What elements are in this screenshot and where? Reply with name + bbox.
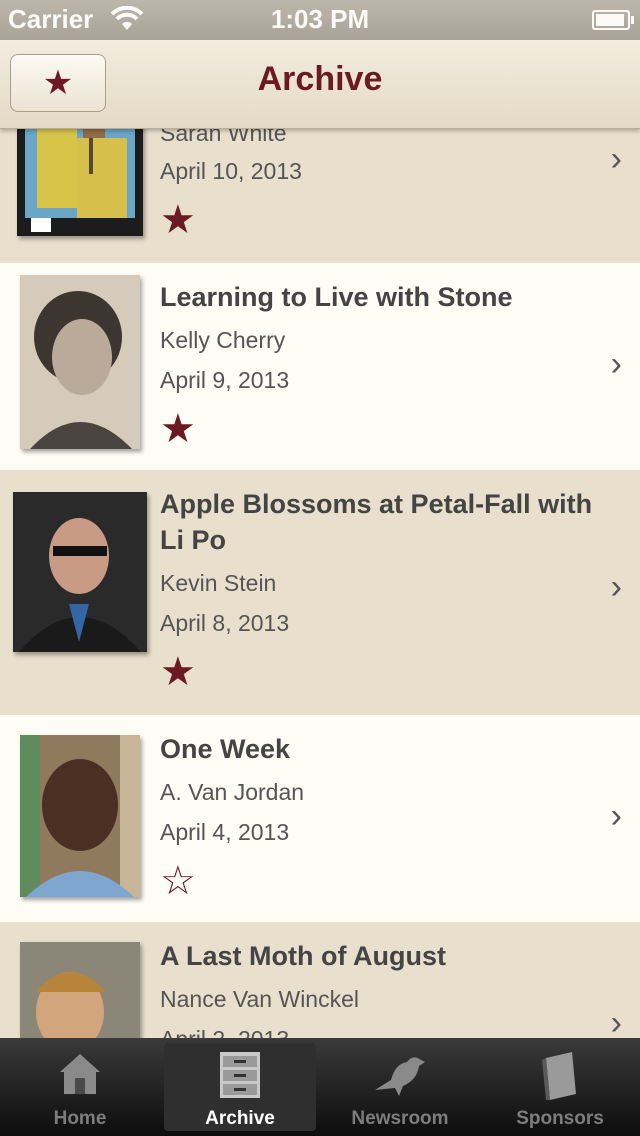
author-photo [20,275,140,449]
tab-label: Home [53,1108,107,1129]
star-icon[interactable]: ★ [160,652,196,692]
row-author: Nance Van Winckel [160,986,359,1012]
chevron-right-icon: › [610,568,622,606]
tab-label: Sponsors [516,1108,604,1129]
row-date: April 8, 2013 [160,610,290,636]
chevron-right-icon: › [610,797,622,835]
list-item[interactable]: Apple Blossoms at Petal-Fall with Li Po … [0,470,640,716]
author-photo [20,735,140,897]
row-author: Sarah White [160,128,287,146]
row-date: April 4, 2013 [160,819,290,845]
row-title: One Week [160,734,291,764]
book-icon [540,1050,580,1107]
star-outline-icon[interactable]: ☆ [160,861,196,901]
star-icon[interactable]: ★ [160,409,196,449]
author-photo [13,492,147,652]
navigation-bar: ★ Archive [0,40,640,129]
book-cover-thumbnail [17,128,143,236]
row-date: April 9, 2013 [160,367,290,393]
chevron-right-icon: › [610,1004,622,1038]
row-title: Apple Blossoms at Petal-Fall with Li Po [160,489,593,555]
row-author: Kelly Cherry [160,327,286,353]
page-title: Archive [257,60,383,98]
tab-archive[interactable]: Archive [160,1038,320,1136]
bird-icon [373,1050,427,1103]
tab-bar: Home Archive Newsroom Sponsors [0,1038,640,1136]
chevron-right-icon: › [610,140,622,178]
row-title: A Last Moth of August [160,941,446,971]
tab-label: Newsroom [351,1108,449,1129]
list-item[interactable]: A Last Moth of August Nance Van Winckel … [0,922,640,1038]
row-author: A. Van Jordan [160,779,305,805]
status-bar: Carrier 1:03 PM [0,0,640,40]
row-author: Kevin Stein [160,570,277,596]
chevron-right-icon: › [610,345,622,383]
author-photo [20,942,140,1038]
battery-icon [592,10,634,30]
list-item[interactable]: Sarah White April 10, 2013 ★ › [0,128,640,264]
archive-list[interactable]: Sarah White April 10, 2013 ★ › Learning … [0,128,640,1038]
tab-home[interactable]: Home [0,1038,160,1136]
home-icon [56,1050,104,1101]
star-icon[interactable]: ★ [160,200,196,240]
file-cabinet-icon [218,1050,262,1105]
row-date: April 2, 2013 [160,1026,289,1038]
clock: 1:03 PM [270,4,370,34]
row-title: Learning to Live with Stone [160,282,513,312]
list-item[interactable]: One Week A. Van Jordan April 4, 2013 ☆ › [0,715,640,923]
tab-newsroom[interactable]: Newsroom [320,1038,480,1136]
list-item[interactable]: Learning to Live with Stone Kelly Cherry… [0,263,640,471]
tab-sponsors[interactable]: Sponsors [480,1038,640,1136]
row-date: April 10, 2013 [160,158,302,184]
tab-label: Archive [205,1108,275,1129]
